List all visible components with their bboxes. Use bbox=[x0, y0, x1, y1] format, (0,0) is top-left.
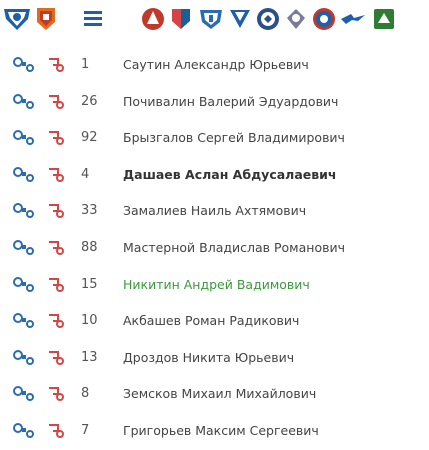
stats-icon[interactable] bbox=[46, 385, 66, 403]
player-row[interactable]: 1 Саутин Александр Юрьевич bbox=[0, 47, 429, 84]
player-number: 15 bbox=[81, 276, 98, 292]
player-number: 26 bbox=[81, 93, 98, 109]
stats-icon[interactable] bbox=[46, 129, 66, 147]
player-row[interactable]: 8 Земсков Михаил Михайлович bbox=[0, 376, 429, 413]
club-logo-2[interactable] bbox=[35, 6, 57, 32]
club-logo-7[interactable] bbox=[255, 6, 281, 32]
player-number: 1 bbox=[81, 57, 90, 72]
stats-icon[interactable] bbox=[46, 276, 66, 294]
stats-icon[interactable] bbox=[46, 239, 66, 257]
club-logo-10[interactable] bbox=[340, 12, 366, 26]
video-icon[interactable] bbox=[12, 239, 36, 257]
player-number: 92 bbox=[81, 130, 98, 146]
player-name[interactable]: Дроздов Никита Юрьевич bbox=[123, 350, 294, 365]
player-row[interactable]: 26 Почивалин Валерий Эдуардович bbox=[0, 84, 429, 121]
player-number: 7 bbox=[81, 422, 90, 438]
player-name[interactable]: Замалиев Наиль Ахтямович bbox=[123, 203, 306, 218]
player-row[interactable]: 13 Дроздов Никита Юрьевич bbox=[0, 340, 429, 377]
video-icon[interactable] bbox=[12, 129, 36, 147]
video-icon[interactable] bbox=[12, 276, 36, 294]
player-name[interactable]: Мастерной Владислав Романович bbox=[123, 240, 345, 255]
club-logo-6[interactable] bbox=[228, 6, 252, 32]
player-name[interactable]: Брызгалов Сергей Владимирович bbox=[123, 130, 345, 145]
club-logo-11[interactable] bbox=[372, 6, 396, 32]
player-name[interactable]: Земсков Михаил Михайлович bbox=[123, 386, 316, 401]
stats-icon[interactable] bbox=[46, 202, 66, 220]
stats-icon[interactable] bbox=[46, 166, 66, 184]
video-icon[interactable] bbox=[12, 385, 36, 403]
player-number: 13 bbox=[81, 349, 98, 365]
player-number: 8 bbox=[81, 386, 90, 402]
menu-icon[interactable] bbox=[84, 9, 102, 27]
club-logo-5[interactable] bbox=[198, 6, 224, 32]
player-row[interactable]: 92 Брызгалов Сергей Владимирович bbox=[0, 120, 429, 157]
stats-icon[interactable] bbox=[46, 93, 66, 111]
video-icon[interactable] bbox=[12, 56, 36, 74]
stats-icon[interactable] bbox=[46, 422, 66, 440]
player-row[interactable]: 33 Замалиев Наиль Ахтямович bbox=[0, 193, 429, 230]
video-icon[interactable] bbox=[12, 349, 36, 367]
player-name[interactable]: Дашаев Аслан Абдусалаевич bbox=[123, 167, 337, 182]
club-logo-1[interactable] bbox=[2, 6, 32, 32]
player-number: 88 bbox=[81, 239, 98, 255]
video-icon[interactable] bbox=[12, 166, 36, 184]
top-bar bbox=[0, 0, 429, 40]
player-number: 10 bbox=[81, 313, 98, 329]
video-icon[interactable] bbox=[12, 202, 36, 220]
club-logo-4[interactable] bbox=[170, 6, 192, 32]
player-number: 33 bbox=[81, 203, 98, 219]
player-row[interactable]: 88 Мастерной Владислав Романович bbox=[0, 230, 429, 267]
club-logo-8[interactable] bbox=[284, 6, 308, 32]
player-name[interactable]: Почивалин Валерий Эдуардович bbox=[123, 94, 338, 109]
player-name[interactable]: Саутин Александр Юрьевич bbox=[123, 57, 309, 72]
video-icon[interactable] bbox=[12, 422, 36, 440]
stats-icon[interactable] bbox=[46, 312, 66, 330]
stats-icon[interactable] bbox=[46, 56, 66, 74]
player-name[interactable]: Никитин Андрей Вадимович bbox=[123, 277, 310, 292]
player-row[interactable]: 15 Никитин Андрей Вадимович bbox=[0, 267, 429, 304]
club-logo-3[interactable] bbox=[140, 6, 166, 32]
player-name[interactable]: Акбашев Роман Радикович bbox=[123, 313, 299, 328]
club-logo-9[interactable] bbox=[311, 6, 337, 32]
player-number: 4 bbox=[81, 166, 90, 182]
player-name[interactable]: Григорьев Максим Сергеевич bbox=[123, 423, 319, 438]
player-list: 1 Саутин Александр Юрьевич 26 Почивалин … bbox=[0, 47, 429, 450]
stats-icon[interactable] bbox=[46, 349, 66, 367]
video-icon[interactable] bbox=[12, 312, 36, 330]
video-icon[interactable] bbox=[12, 93, 36, 111]
player-row[interactable]: 4 Дашаев Аслан Абдусалаевич bbox=[0, 157, 429, 194]
player-row[interactable]: 7 Григорьев Максим Сергеевич bbox=[0, 413, 429, 450]
player-row[interactable]: 10 Акбашев Роман Радикович bbox=[0, 303, 429, 340]
